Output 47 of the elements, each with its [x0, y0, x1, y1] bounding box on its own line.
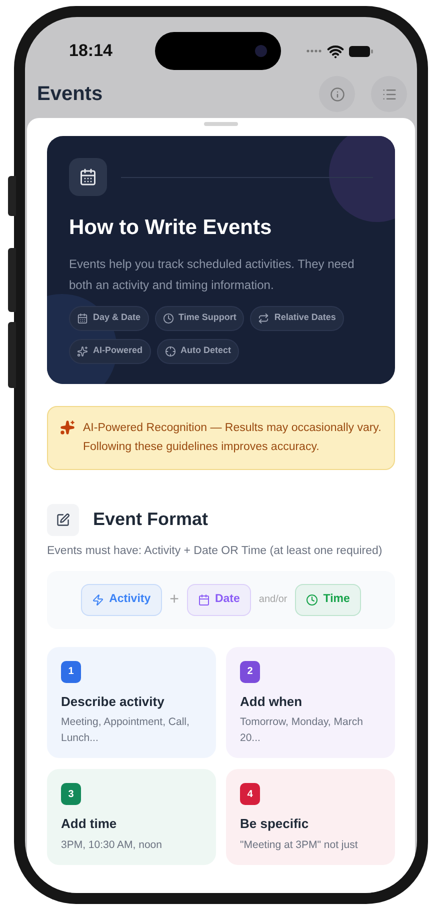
step-description: "Meeting at 3PM" not just	[240, 838, 359, 852]
format-chip: Date	[186, 584, 251, 616]
feature-tag: Relative Dates	[250, 306, 344, 330]
format-chip: Time	[295, 584, 361, 616]
format-description: Events must have: Activity + Date OR Time (at least one required)	[47, 544, 384, 558]
step-title: Be specific	[240, 815, 310, 833]
page-title: Events	[37, 82, 103, 107]
step-title: Add when	[240, 692, 304, 710]
clock-icon	[306, 594, 318, 606]
step-description: Tomorrow, Monday, March 20...	[240, 715, 364, 746]
plus-sign: +	[170, 590, 179, 610]
signal-icon	[306, 49, 322, 53]
step-number: 3	[61, 783, 81, 805]
info-icon	[330, 86, 344, 102]
step-number: 4	[240, 783, 260, 805]
calendar-icon	[79, 168, 97, 186]
arrows-icon	[258, 312, 270, 324]
crosshair-icon	[164, 346, 176, 356]
step-number: 1	[61, 660, 81, 682]
notice-text: AI-Powered Recognition — Results may occasionally vary. Following these guidelines improves accuracy.	[83, 420, 382, 454]
wifi-icon	[326, 42, 344, 60]
hero-description: Events help you track scheduled activities. They need both an activity and timing information.	[69, 256, 356, 294]
calendar-icon	[77, 312, 88, 324]
connector-text: and/or	[258, 593, 288, 607]
sparkle-icon	[60, 420, 75, 434]
feature-tag: Auto Detect	[156, 338, 240, 364]
list-icon	[382, 86, 396, 102]
hero-title: How to Write Events	[69, 215, 273, 241]
format-chip: Activity	[81, 584, 162, 616]
battery-icon	[348, 46, 373, 56]
step-title: Add time	[61, 815, 118, 833]
step-number: 2	[240, 660, 260, 682]
info-button[interactable]	[319, 76, 355, 112]
step-description: 3PM, 10:30 AM, noon	[61, 838, 163, 852]
feature-tag: Time Support	[154, 306, 244, 330]
section-title: Event Format	[93, 508, 208, 531]
clock-icon	[162, 312, 174, 324]
step-title: Describe activity	[61, 692, 166, 711]
bolt-icon	[92, 594, 104, 606]
sparkle-icon	[77, 346, 88, 356]
status-time: 18:14	[69, 40, 112, 62]
feature-tag: AI-Powered	[69, 338, 151, 364]
step-description: Meeting, Appointment, Call, Lunch...	[61, 715, 190, 746]
calendar-icon	[198, 594, 210, 606]
feature-tag: Day & Date	[69, 306, 149, 330]
list-button[interactable]	[371, 76, 407, 112]
edit-icon	[56, 512, 70, 526]
